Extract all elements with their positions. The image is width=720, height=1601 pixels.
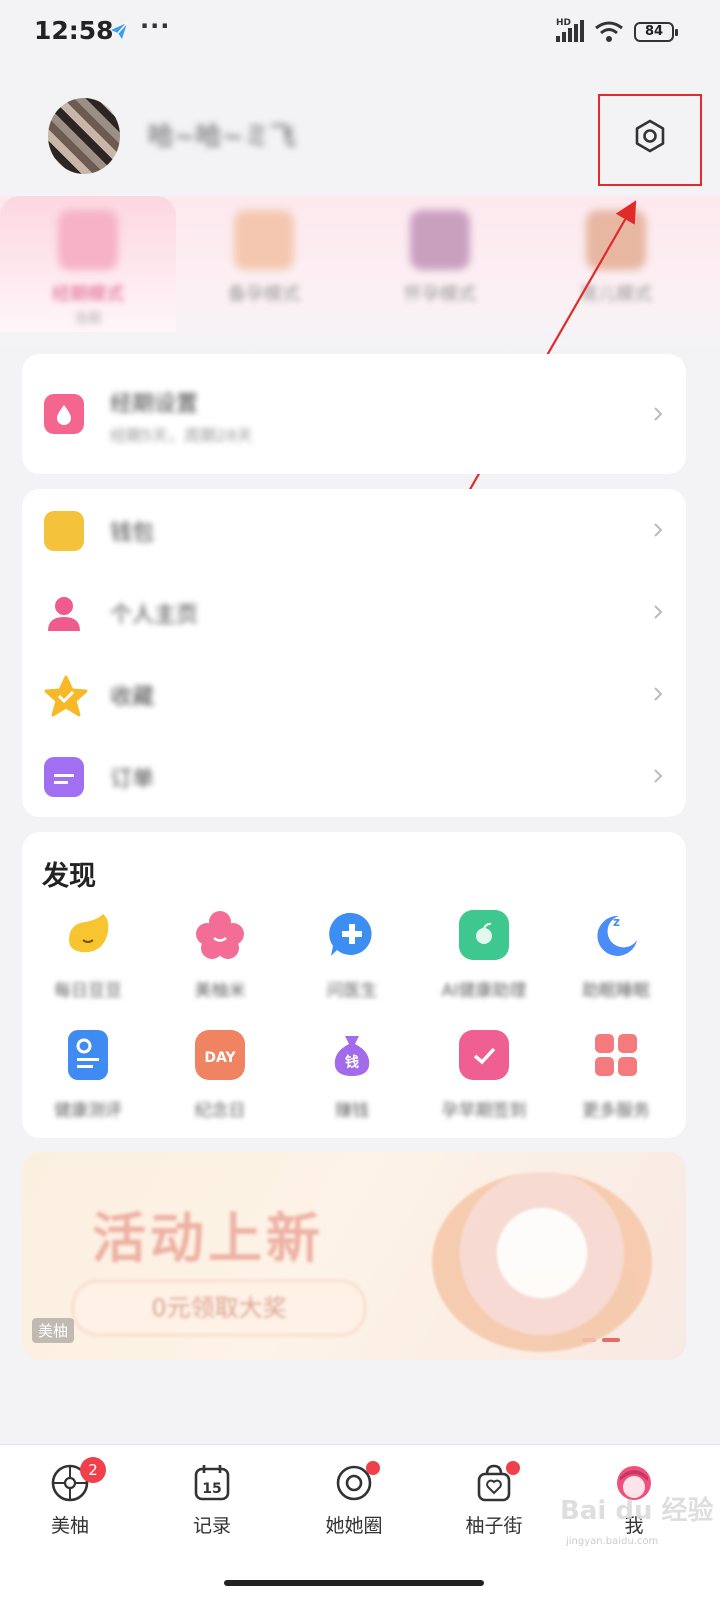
menu-item-favorites[interactable]: 收藏 bbox=[22, 653, 686, 735]
menu-item-label: 收藏 bbox=[110, 685, 155, 710]
discover-item-sleep[interactable]: z 助眠睡眠 bbox=[550, 910, 682, 1001]
menu-item-orders[interactable]: 订单 bbox=[22, 735, 686, 817]
moon-icon: z bbox=[591, 910, 641, 960]
banner-title: 活动上新 bbox=[92, 1207, 324, 1270]
watermark: Bai du 经验 bbox=[560, 1496, 714, 1526]
wallet-icon bbox=[44, 511, 84, 551]
banner-pill: 0元领取大奖 bbox=[72, 1280, 366, 1336]
nav-label: 柚子街 bbox=[465, 1515, 523, 1537]
discover-item-beans[interactable]: 每日豆豆 bbox=[22, 910, 154, 1001]
flower-icon bbox=[195, 910, 245, 960]
day-calendar-icon: DAY bbox=[195, 1030, 245, 1080]
discover-item-anniversary[interactable]: DAY 纪念日 bbox=[154, 1030, 286, 1121]
discover-item-label: 纪念日 bbox=[194, 1101, 246, 1121]
discover-item-label: 更多服务 bbox=[582, 1101, 650, 1121]
banner-ad-tag: 美柚 bbox=[32, 1318, 75, 1343]
chevron-right-icon bbox=[654, 687, 663, 701]
banner-page-indicator bbox=[582, 1338, 620, 1342]
money-text: 钱 bbox=[345, 1054, 359, 1071]
nav-meiyou[interactable]: 2 美柚 bbox=[10, 1457, 130, 1538]
notification-dot bbox=[506, 1461, 520, 1475]
chevron-right-icon bbox=[654, 523, 663, 537]
discover-item-label: 赚钱 bbox=[335, 1101, 369, 1121]
menu-item-label: 订单 bbox=[110, 767, 155, 792]
notification-badge: 2 bbox=[80, 1457, 106, 1483]
menu-item-profile[interactable]: 个人主页 bbox=[22, 571, 686, 653]
discover-item-flower[interactable]: 美柚米 bbox=[154, 910, 286, 1001]
discover-item-doctor[interactable]: 问医生 bbox=[286, 910, 418, 1001]
discover-item-label: 每日豆豆 bbox=[54, 981, 122, 1001]
calendar-15-icon: 15 bbox=[192, 1463, 232, 1503]
notification-dot bbox=[366, 1461, 380, 1475]
nav-label: 美柚 bbox=[50, 1515, 89, 1537]
svg-text:z: z bbox=[613, 915, 620, 929]
discover-item-checkin[interactable]: 孕早期签到 bbox=[418, 1030, 550, 1121]
chevron-right-icon bbox=[654, 769, 663, 783]
period-settings-card[interactable]: 经期设置 经期5天，周期28天 bbox=[22, 354, 686, 474]
menu-item-label: 钱包 bbox=[110, 521, 155, 546]
doctor-chat-icon bbox=[327, 910, 377, 960]
discover-item-label: 健康测评 bbox=[54, 1101, 122, 1121]
calendar-day-text: 15 bbox=[202, 1481, 221, 1497]
discover-item-label: 问医生 bbox=[326, 981, 378, 1001]
home-indicator[interactable] bbox=[224, 1580, 484, 1586]
meiyou-icon: 2 bbox=[50, 1457, 106, 1503]
discover-item-label: 美柚米 bbox=[194, 981, 246, 1001]
person-icon bbox=[44, 593, 84, 633]
promo-banner[interactable]: 活动上新 0元领取大奖 美柚 bbox=[22, 1152, 686, 1360]
bean-icon bbox=[63, 910, 113, 960]
period-settings-subtitle: 经期5天，周期28天 bbox=[110, 426, 253, 445]
discover-title: 发现 bbox=[42, 861, 96, 892]
nav-shop[interactable]: 柚子街 bbox=[434, 1461, 554, 1538]
watermark-url: jingyan.baidu.com bbox=[566, 1536, 659, 1547]
period-settings-title: 经期设置 bbox=[110, 392, 199, 417]
nav-record[interactable]: 15 记录 bbox=[152, 1463, 272, 1538]
mascot-illustration bbox=[432, 1172, 652, 1352]
order-icon bbox=[44, 757, 84, 797]
menu-item-wallet[interactable]: 钱包 bbox=[22, 489, 686, 571]
discover-item-label: 孕早期签到 bbox=[441, 1101, 527, 1121]
nav-circle[interactable]: 她她圈 bbox=[294, 1461, 414, 1538]
menu-card: 钱包 个人主页 收藏 订单 bbox=[22, 489, 686, 817]
calendar-drop-icon bbox=[44, 394, 84, 434]
nav-label: 记录 bbox=[192, 1515, 231, 1537]
check-calendar-icon bbox=[459, 1030, 509, 1080]
chevron-right-icon bbox=[654, 407, 663, 421]
discover-item-ai-health[interactable]: AI健康助理 bbox=[418, 910, 550, 1001]
shop-bag-icon bbox=[474, 1461, 520, 1503]
discover-item-assessment[interactable]: 健康测评 bbox=[22, 1030, 154, 1121]
grid-icon bbox=[591, 1030, 641, 1080]
menu-item-label: 个人主页 bbox=[110, 603, 199, 628]
health-icon bbox=[459, 910, 509, 960]
discover-item-more[interactable]: 更多服务 bbox=[550, 1030, 682, 1121]
chevron-right-icon bbox=[654, 605, 663, 619]
money-bag-icon: 钱 bbox=[327, 1030, 377, 1080]
star-icon bbox=[44, 675, 88, 717]
nav-label: 她她圈 bbox=[325, 1515, 383, 1537]
discover-item-label: 助眠睡眠 bbox=[582, 981, 650, 1001]
circle-icon bbox=[334, 1461, 380, 1503]
day-text: DAY bbox=[204, 1050, 236, 1066]
discover-item-label: AI健康助理 bbox=[441, 981, 527, 1001]
document-icon bbox=[68, 1030, 108, 1080]
discover-item-earn[interactable]: 钱 赚钱 bbox=[286, 1030, 418, 1121]
